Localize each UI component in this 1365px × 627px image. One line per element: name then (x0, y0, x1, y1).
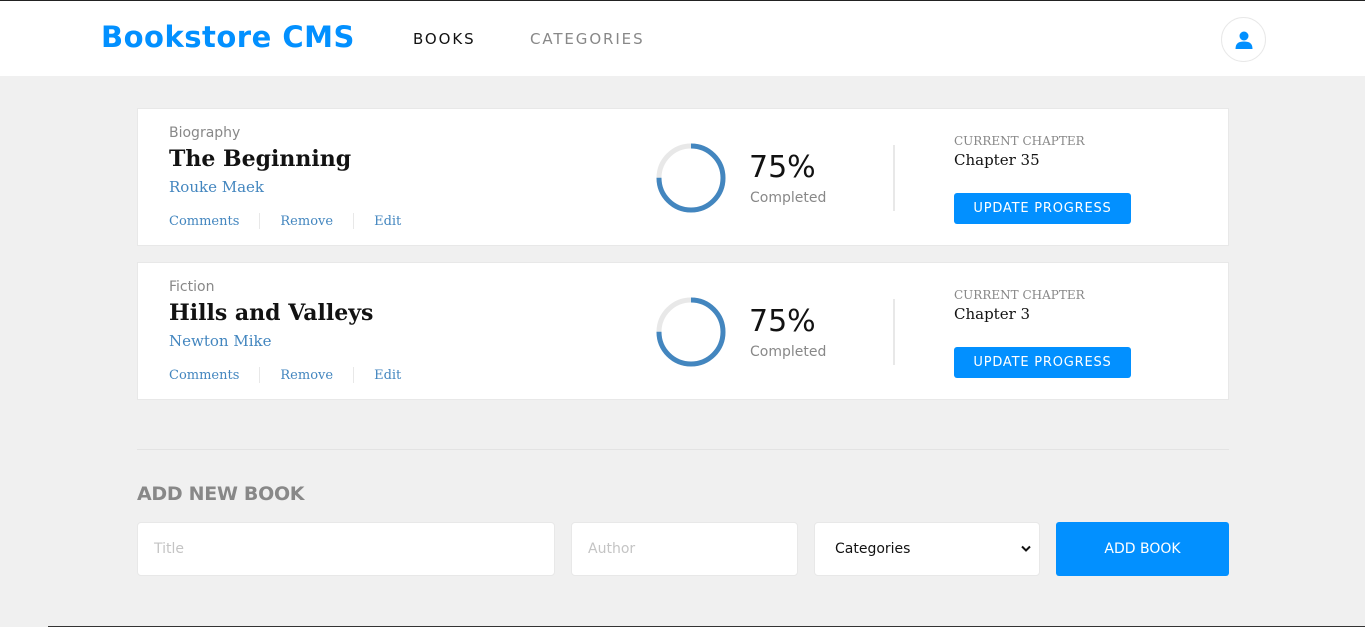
action-divider (353, 367, 355, 383)
current-chapter: Chapter 3 (954, 305, 1031, 323)
book-category: Biography (169, 125, 241, 141)
update-progress-button[interactable]: UPDATE PROGRESS (954, 193, 1131, 224)
book-title: Hills and Valleys (169, 300, 374, 326)
book-title: The Beginning (169, 146, 352, 172)
nav-categories[interactable]: CATEGORIES (530, 30, 645, 48)
current-chapter-label: CURRENT CHAPTER (954, 134, 1085, 148)
title-input[interactable]: Title (137, 522, 555, 576)
book-card: Fiction Hills and Valleys Newton Mike Co… (137, 262, 1229, 400)
progress-status: Completed (750, 344, 827, 360)
action-divider (353, 213, 355, 229)
progress-divider (893, 299, 895, 365)
action-divider (259, 213, 261, 229)
category-select[interactable]: Categories (814, 522, 1040, 576)
category-select-value: Categories (835, 541, 911, 557)
book-author: Newton Mike (169, 332, 272, 350)
edit-button[interactable]: Edit (374, 214, 401, 229)
remove-button[interactable]: Remove (280, 214, 333, 229)
book-card: Biography The Beginning Rouke Maek Comme… (137, 108, 1229, 246)
progress-status: Completed (750, 190, 827, 206)
progress-ring (656, 297, 726, 367)
user-button[interactable] (1221, 17, 1266, 62)
chevron-down-icon (1021, 545, 1031, 552)
add-book-heading: ADD NEW BOOK (137, 483, 305, 505)
update-progress-button[interactable]: UPDATE PROGRESS (954, 347, 1131, 378)
book-category: Fiction (169, 279, 215, 295)
add-book-button[interactable]: ADD BOOK (1056, 522, 1229, 576)
app-header: Bookstore CMS BOOKS CATEGORIES (0, 1, 1365, 76)
comments-button[interactable]: Comments (169, 368, 239, 383)
book-actions: Comments Remove Edit (169, 213, 401, 229)
section-divider (137, 449, 1229, 450)
progress-divider (893, 145, 895, 211)
book-actions: Comments Remove Edit (169, 367, 401, 383)
comments-button[interactable]: Comments (169, 214, 239, 229)
current-chapter: Chapter 35 (954, 151, 1040, 169)
nav-books[interactable]: BOOKS (413, 30, 476, 48)
progress-ring (656, 143, 726, 213)
author-input[interactable]: Author (571, 522, 798, 576)
remove-button[interactable]: Remove (280, 368, 333, 383)
book-author: Rouke Maek (169, 178, 264, 196)
progress-percent: 75% (749, 150, 816, 185)
user-icon (1235, 31, 1252, 49)
progress-percent: 75% (749, 304, 816, 339)
current-chapter-label: CURRENT CHAPTER (954, 288, 1085, 302)
edit-button[interactable]: Edit (374, 368, 401, 383)
action-divider (259, 367, 261, 383)
app-logo[interactable]: Bookstore CMS (101, 20, 355, 54)
